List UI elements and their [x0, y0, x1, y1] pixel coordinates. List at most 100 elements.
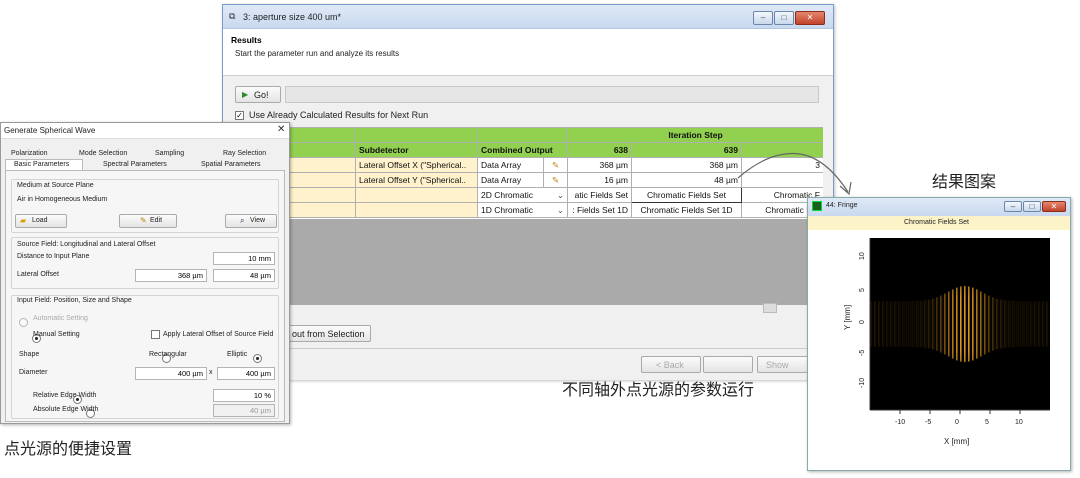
- value-cell: 16 µm: [567, 172, 632, 188]
- diameter-label: Diameter: [19, 369, 48, 376]
- step-639-header: 639: [631, 142, 742, 158]
- apply-lateral-checkbox[interactable]: [151, 330, 160, 339]
- maximize-button[interactable]: □: [774, 11, 794, 25]
- relative-edge-field[interactable]: 10 %: [213, 389, 275, 402]
- show-label: Show: [766, 360, 789, 370]
- x-tick-label: -10: [895, 419, 905, 426]
- combined-cell: Data Array: [477, 172, 544, 188]
- relative-edge-label: Relative Edge Width: [33, 392, 97, 399]
- absolute-edge-field[interactable]: 40 µm: [213, 404, 275, 417]
- diameter-y-field[interactable]: 400 µm: [217, 367, 275, 380]
- minimize-button[interactable]: –: [753, 11, 773, 25]
- edit-button[interactable]: ✎ Edit: [119, 214, 177, 228]
- y-tick-label: 5: [859, 288, 866, 292]
- close-icon[interactable]: ✕: [277, 124, 285, 135]
- chart-title-bar: Chromatic Fields Set: [808, 216, 1070, 230]
- dialog-titlebar[interactable]: Generate Spherical Wave ✕: [1, 123, 289, 139]
- from-selection-label: out from Selection: [292, 329, 365, 339]
- y-tick-label: 10: [859, 252, 866, 260]
- selected-value-cell[interactable]: Chromatic Fields Set: [631, 187, 742, 203]
- minimize-button[interactable]: –: [1004, 201, 1022, 212]
- manual-setting-label: Manual Setting: [33, 331, 80, 338]
- back-button[interactable]: < Back: [641, 356, 701, 373]
- fringe-plot: -10 -5 0 5 10 10 5 0 -5 -10 X [mm] Y [mm]: [843, 238, 1050, 446]
- value-cell: 48 µm: [631, 172, 742, 188]
- x-tick-label: 10: [1015, 419, 1023, 426]
- close-button[interactable]: ✕: [795, 11, 825, 25]
- combined-output-header: Combined Output: [477, 142, 568, 158]
- lateral-x-field[interactable]: 368 µm: [135, 269, 207, 282]
- go-button[interactable]: ▶ Go!: [235, 86, 281, 103]
- auto-setting-label: Automatic Setting: [33, 315, 88, 322]
- rectangular-label: Rectangular: [149, 351, 187, 358]
- combined-value: 1D Chromatic: [481, 204, 533, 215]
- use-calculated-checkbox[interactable]: ✓: [235, 111, 244, 120]
- pencil-icon: ✎: [140, 216, 147, 225]
- section-title: Results: [231, 35, 262, 45]
- fringe-title: 44: Fringe: [826, 202, 858, 209]
- spherical-wave-dialog: Generate Spherical Wave ✕ Polarization M…: [0, 122, 290, 424]
- x-tick-label: -5: [925, 419, 931, 426]
- x-tick-label: 0: [955, 419, 959, 426]
- value-cell: : Fields Set 1D: [567, 202, 632, 218]
- value-cell: atic Fields Set: [567, 187, 632, 203]
- distance-field[interactable]: 10 mm: [213, 252, 275, 265]
- combined-dropdown[interactable]: 2D Chromatic ⌄: [477, 187, 568, 203]
- subdetector-cell: Lateral Offset Y ("Spherical..: [355, 172, 478, 188]
- fringe-window: 44: Fringe – □ ✕ Chromatic Fields Set -1…: [807, 197, 1071, 471]
- close-button[interactable]: ✕: [1042, 201, 1066, 212]
- pencil-icon[interactable]: ✎: [543, 157, 568, 173]
- table-empty-area: [223, 219, 823, 233]
- go-label: Go!: [254, 90, 269, 100]
- group-title: Input Field: Position, Size and Shape: [17, 297, 132, 304]
- edit-label: Edit: [150, 217, 163, 224]
- subdetector-cell: Lateral Offset X ("Spherical..: [355, 157, 478, 173]
- title-bar[interactable]: ⧉ 3: aperture size 400 um* – □ ✕: [223, 5, 833, 29]
- maximize-button[interactable]: □: [1023, 201, 1041, 212]
- back-label: < Back: [656, 360, 684, 370]
- x-ticks: -10 -5 0 5 10: [895, 410, 1023, 426]
- from-selection-button[interactable]: out from Selection: [285, 325, 371, 342]
- tab-label: Basic Parameters: [14, 161, 70, 168]
- absolute-edge-label: Absolute Edge Width: [33, 406, 99, 413]
- group-title: Medium at Source Plane: [17, 182, 94, 189]
- group-title: Source Field: Longitudinal and Lateral O…: [17, 241, 156, 248]
- iteration-step-header: Iteration Step: [567, 127, 823, 143]
- divider: [223, 348, 833, 349]
- progress-bar: [285, 86, 819, 103]
- load-button[interactable]: ▰ Load: [15, 214, 67, 228]
- use-calculated-label: Use Already Calculated Results for Next …: [249, 110, 429, 120]
- times-separator: x: [209, 369, 213, 376]
- value-cell: 368 µm: [631, 157, 742, 173]
- y-ticks: 10 5 0 -5 -10: [859, 252, 866, 388]
- chevron-down-icon: ⌄: [556, 189, 564, 200]
- next-button[interactable]: [703, 356, 753, 373]
- y-tick-label: -10: [859, 378, 866, 388]
- combined-cell: Data Array: [477, 157, 544, 173]
- elliptic-label: Elliptic: [227, 351, 248, 358]
- chart-title: Chromatic Fields Set: [904, 219, 969, 226]
- tab-spectral-parameters[interactable]: Spectral Parameters: [103, 161, 167, 168]
- folder-icon: ▰: [20, 216, 27, 225]
- combined-dropdown[interactable]: 1D Chromatic ⌄: [477, 202, 568, 218]
- app-icon: ⧉: [229, 11, 236, 21]
- apply-lateral-label: Apply Lateral Offset of Source Field: [163, 331, 274, 338]
- play-icon: ▶: [242, 90, 249, 99]
- lateral-y-field[interactable]: 48 µm: [213, 269, 275, 282]
- scrollbar-thumb[interactable]: [763, 303, 777, 313]
- tab-spatial-parameters[interactable]: Spatial Parameters: [201, 161, 261, 168]
- tab-sampling[interactable]: Sampling: [155, 150, 184, 157]
- x-axis-label: X [mm]: [944, 437, 969, 446]
- lateral-label: Lateral Offset: [17, 271, 59, 278]
- tab-mode-selection[interactable]: Mode Selection: [79, 150, 127, 157]
- medium-value: Air in Homogeneous Medium: [17, 196, 108, 203]
- value-cell: Chromatic Fields Set 1D: [631, 202, 742, 218]
- pencil-icon[interactable]: ✎: [543, 172, 568, 188]
- fringe-titlebar[interactable]: 44: Fringe – □ ✕: [808, 198, 1070, 216]
- tab-ray-selection[interactable]: Ray Selection: [223, 150, 266, 157]
- view-label: View: [250, 217, 266, 224]
- subdetector-cell: [355, 187, 478, 203]
- diameter-x-field[interactable]: 400 µm: [135, 367, 207, 380]
- view-button[interactable]: ⌕ View: [225, 214, 277, 228]
- tab-polarization[interactable]: Polarization: [11, 150, 48, 157]
